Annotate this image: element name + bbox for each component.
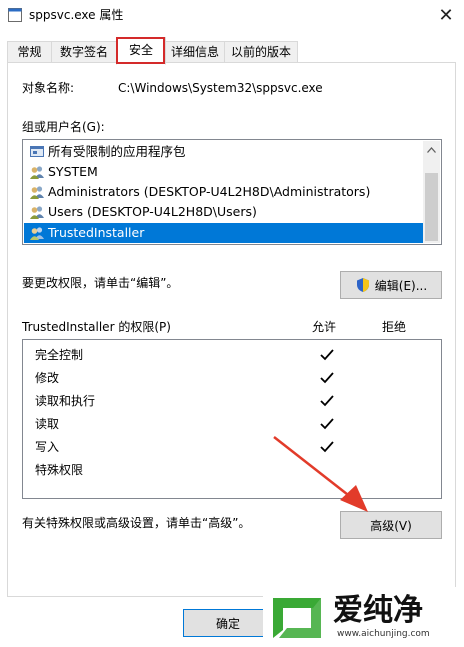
users-icon [30,166,44,179]
app-package-icon [30,146,44,157]
list-item[interactable]: SYSTEM [24,162,425,182]
object-name-label: 对象名称: [22,81,75,95]
tab-strip: 常规 数字签名 安全 详细信息 以前的版本 [0,37,464,65]
tab-highlight-box [116,37,165,64]
allow-check-icon [320,349,334,361]
allow-check-icon [320,395,334,407]
group-name: TrustedInstaller [48,225,145,240]
app-file-icon [8,8,22,22]
scroll-up-icon[interactable] [423,141,440,158]
group-name: SYSTEM [48,164,98,179]
tab-label: 详细信息 [170,45,219,59]
tab-details[interactable]: 详细信息 [165,41,225,63]
allow-check-icon [320,418,334,430]
annotation-arrow-icon [273,436,368,512]
permissions-header: TrustedInstaller 的权限(P) [22,320,171,334]
group-listbox[interactable]: 所有受限制的应用程序包 SYSTEM Administrators (DESKT… [22,139,442,245]
group-name: Administrators (DESKTOP-U4L2H8D\Administ… [48,184,371,199]
brand-url: www.aichunjing.com [337,629,430,639]
list-item[interactable]: 所有受限制的应用程序包 [24,142,425,162]
close-button[interactable]: ✕ [428,0,464,30]
brand-name: 爱纯净 [333,593,423,628]
change-permissions-hint: 要更改权限，请单击“编辑”。 [22,276,179,290]
ok-button-label: 确定 [215,616,240,631]
permission-row: 特殊权限 [35,463,84,477]
list-item[interactable]: Administrators (DESKTOP-U4L2H8D\Administ… [24,182,425,202]
edit-button[interactable]: 编辑(E)... [340,271,442,299]
list-item-selected[interactable]: TrustedInstaller [24,223,425,243]
object-name-value: C:\Windows\System32\sppsvc.exe [118,81,323,95]
permission-row: 修改 [35,371,60,385]
deny-column-header: 拒绝 [382,320,407,334]
users-icon [30,206,44,219]
users-icon [30,186,44,199]
window-title: sppsvc.exe 属性 [29,8,124,22]
close-icon: ✕ [438,4,454,26]
tab-label: 常规 [17,45,42,59]
advanced-button-label: 高级(V) [370,518,412,533]
tab-label: 以前的版本 [230,45,291,59]
users-icon [30,227,44,240]
tab-general[interactable]: 常规 [7,41,52,63]
allow-check-icon [320,372,334,384]
advanced-settings-hint: 有关特殊权限或高级设置，请单击“高级”。 [22,516,251,530]
permission-row: 写入 [35,440,60,454]
permission-row: 读取和执行 [35,394,96,408]
group-list-scrollbar[interactable] [423,141,440,243]
permission-row: 读取 [35,417,60,431]
list-item[interactable]: Users (DESKTOP-U4L2H8D\Users) [24,202,425,222]
uac-shield-icon [356,278,369,292]
ok-button[interactable]: 确定 [183,609,273,637]
watermark: 爱纯净 www.aichunjing.com [263,587,464,647]
scroll-thumb[interactable] [425,173,438,241]
tab-previous-versions[interactable]: 以前的版本 [224,41,298,63]
group-name: 所有受限制的应用程序包 [48,144,186,159]
edit-button-label: 编辑(E)... [374,278,428,293]
tab-digital-signatures[interactable]: 数字签名 [51,41,117,63]
permission-row: 完全控制 [35,348,84,362]
tab-label: 数字签名 [59,45,108,59]
brand-logo-icon [273,598,321,638]
permissions-list: 完全控制 修改 读取和执行 读取 写入 特殊权限 [22,339,442,499]
group-name: Users (DESKTOP-U4L2H8D\Users) [48,204,257,219]
group-list-label: 组或用户名(G): [22,120,105,134]
allow-column-header: 允许 [312,320,337,334]
